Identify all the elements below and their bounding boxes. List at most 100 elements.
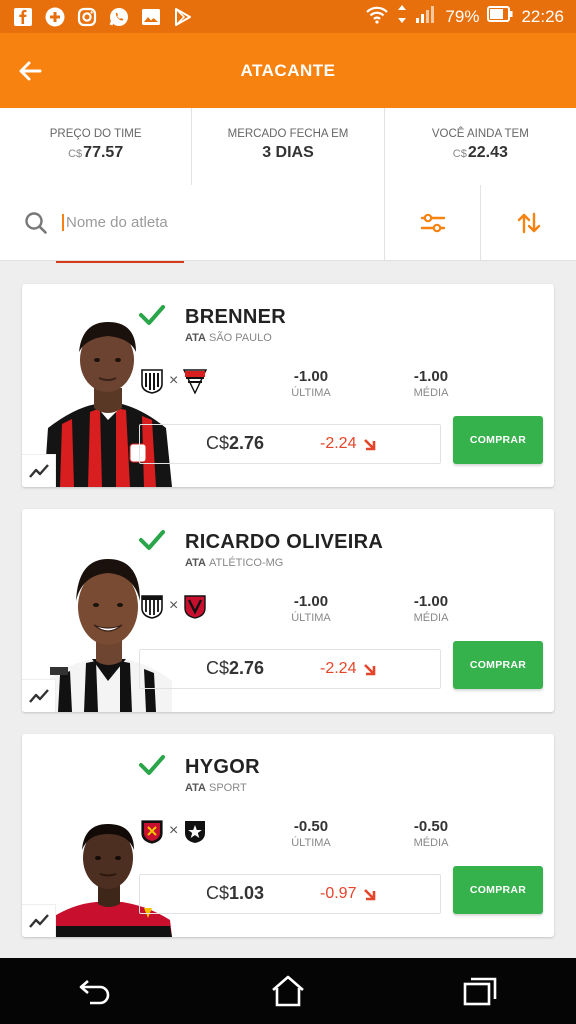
plus-icon xyxy=(44,6,66,28)
back-arrow-icon xyxy=(79,980,110,1005)
trend-line-icon xyxy=(28,464,49,478)
back-button[interactable] xyxy=(14,55,46,87)
average-score-value: -1.00 xyxy=(413,368,449,385)
stat-value: 3 DIAS xyxy=(262,144,314,161)
team-name: SÃO PAULO xyxy=(208,332,272,344)
system-navigation-bar xyxy=(0,958,576,1024)
price-change: -2.24 xyxy=(320,435,376,453)
price-value: 1.03 xyxy=(229,883,265,903)
page-title: ATACANTE xyxy=(240,60,336,80)
search-icon xyxy=(25,211,47,234)
versus-label: × xyxy=(169,372,179,389)
sort-arrows-icon xyxy=(517,212,540,233)
search-area xyxy=(0,185,384,260)
stats-chart-button[interactable] xyxy=(22,679,56,712)
notification-icons xyxy=(12,6,194,28)
filter-button[interactable] xyxy=(384,185,480,260)
currency-symbol: C$ xyxy=(452,148,467,160)
battery-icon xyxy=(487,4,513,29)
tab-indicator xyxy=(56,261,184,263)
currency-symbol: C$ xyxy=(206,658,230,678)
nav-home-button[interactable] xyxy=(258,966,318,1016)
player-team: ATA SÃO PAULO xyxy=(185,332,272,344)
stat-label: VOCÊ AINDA TEM xyxy=(431,128,529,140)
price-value: 2.76 xyxy=(229,658,265,678)
clock: 22:26 xyxy=(521,6,564,26)
average-score-label: MÉDIA xyxy=(413,387,449,399)
currency-symbol: C$ xyxy=(206,433,230,453)
last-score-label: ÚLTIMA xyxy=(291,612,331,624)
buy-button[interactable]: COMPRAR xyxy=(453,641,543,689)
player-team: ATA SPORT xyxy=(185,782,247,794)
price-box: C$2.76 -2.24 xyxy=(139,649,441,689)
price-change-value: -0.97 xyxy=(320,885,357,902)
player-price: C$2.76 xyxy=(206,433,264,454)
player-position: ATA xyxy=(185,782,206,794)
stats-chart-button[interactable] xyxy=(22,904,56,937)
price-change: -2.24 xyxy=(320,660,376,678)
last-score-label: ÚLTIMA xyxy=(291,837,331,849)
play-store-icon xyxy=(172,6,194,28)
stat-value: C$22.43 xyxy=(385,144,576,162)
last-score-label: ÚLTIMA xyxy=(291,387,331,399)
nav-back-button[interactable] xyxy=(66,966,126,1016)
data-arrows-icon xyxy=(397,4,407,29)
player-card: RICARDO OLIVEIRA ATA ATLÉTICO-MG × -1.00 Ú… xyxy=(22,509,554,712)
atletico-mg-crest xyxy=(141,595,163,619)
price-change: -0.97 xyxy=(320,885,376,903)
player-name: BRENNER xyxy=(185,306,286,328)
arrow-left-icon xyxy=(19,61,42,81)
average-score: -1.00 MÉDIA xyxy=(386,593,476,624)
average-score-value: -1.00 xyxy=(413,593,449,610)
match-badges: × xyxy=(139,593,208,619)
average-score-value: -0.50 xyxy=(413,818,449,835)
team-stats: PREÇO DO TIME C$77.57 MERCADO FECHA EM 3… xyxy=(0,108,576,185)
price-box: C$1.03 -0.97 xyxy=(139,874,441,914)
sao-paulo-crest xyxy=(183,369,208,394)
arrow-down-right-icon xyxy=(364,889,376,901)
stat-team-price: PREÇO DO TIME C$77.57 xyxy=(0,108,193,185)
botafogo-crest xyxy=(185,821,206,843)
player-price: C$2.76 xyxy=(206,658,264,679)
sort-button[interactable] xyxy=(480,185,576,260)
vitoria-crest xyxy=(184,595,207,619)
stats-chart-button[interactable] xyxy=(22,454,56,487)
buy-button[interactable]: COMPRAR xyxy=(453,866,543,914)
check-icon xyxy=(139,305,165,325)
average-score: -0.50 MÉDIA xyxy=(386,818,476,849)
instagram-icon xyxy=(76,6,98,28)
price-box: C$2.76 -2.24 xyxy=(139,424,441,464)
home-icon xyxy=(272,975,304,1007)
stat-value: C$77.57 xyxy=(0,144,191,162)
currency-symbol: C$ xyxy=(206,883,230,903)
player-price: C$1.03 xyxy=(206,883,264,904)
last-score: -1.00 ÚLTIMA xyxy=(266,593,356,624)
signal-icon xyxy=(415,4,437,29)
arrow-down-right-icon xyxy=(364,439,376,451)
player-name: HYGOR xyxy=(185,756,260,778)
nav-recents-button[interactable] xyxy=(450,966,510,1016)
stat-label: MERCADO FECHA EM xyxy=(227,128,349,140)
price-change-value: -2.24 xyxy=(320,435,357,452)
match-badges: × xyxy=(139,368,208,394)
versus-label: × xyxy=(169,597,179,614)
last-score-value: -0.50 xyxy=(293,818,329,835)
wifi-icon xyxy=(365,4,389,29)
average-score: -1.00 MÉDIA xyxy=(386,368,476,399)
last-score: -0.50 ÚLTIMA xyxy=(266,818,356,849)
search-input[interactable] xyxy=(62,214,342,231)
versus-label: × xyxy=(169,822,179,839)
stat-market-closes: MERCADO FECHA EM 3 DIAS xyxy=(192,108,385,185)
stat-number: 22.43 xyxy=(467,144,508,161)
player-position: ATA xyxy=(185,557,206,569)
sliders-icon xyxy=(420,213,445,232)
sport-crest xyxy=(141,820,163,844)
price-change-value: -2.24 xyxy=(320,660,357,677)
status-bar: 79% 22:26 xyxy=(0,0,576,33)
stat-balance: VOCÊ AINDA TEM C$22.43 xyxy=(385,108,576,185)
buy-button[interactable]: COMPRAR xyxy=(453,416,543,464)
average-score-label: MÉDIA xyxy=(413,612,449,624)
last-score-value: -1.00 xyxy=(293,368,329,385)
player-position: ATA xyxy=(185,332,206,344)
app-header: ATACANTE xyxy=(0,33,576,108)
